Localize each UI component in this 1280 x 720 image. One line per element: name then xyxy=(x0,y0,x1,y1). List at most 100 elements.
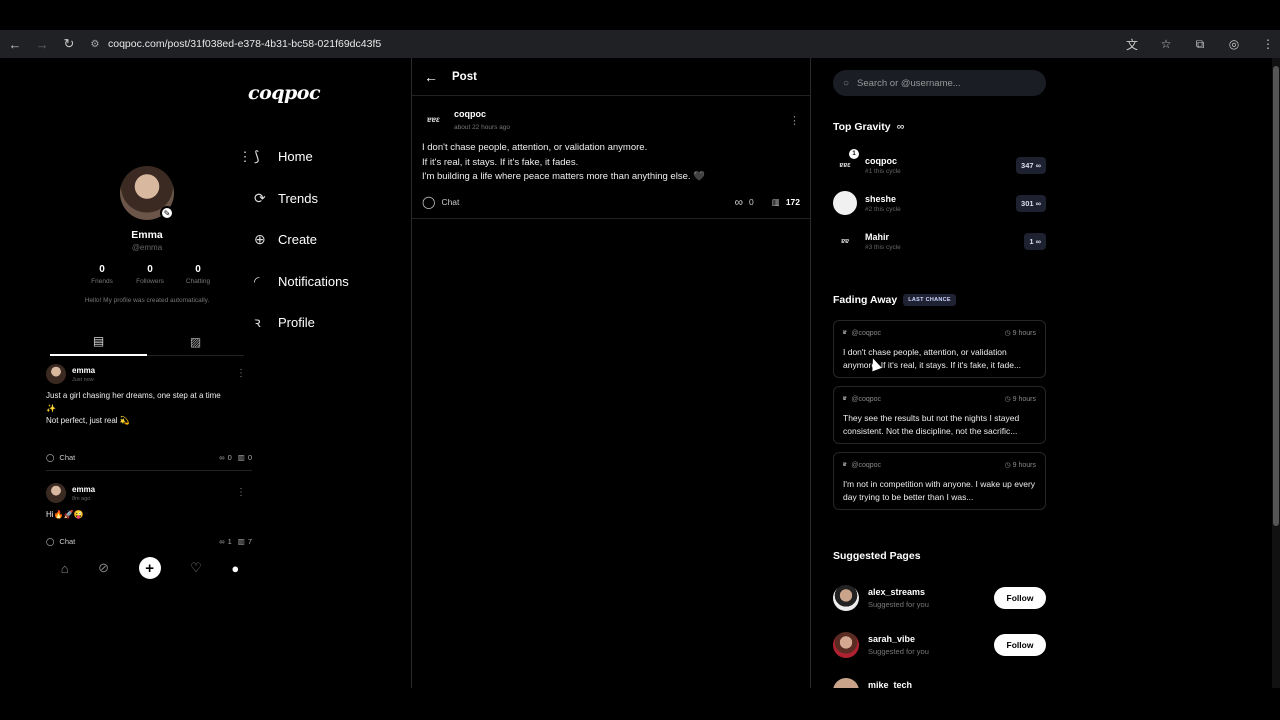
avatar[interactable] xyxy=(833,632,859,658)
chat-button[interactable]: Chat xyxy=(59,453,75,462)
section-title: Fading Away xyxy=(833,294,898,306)
suggested-page[interactable]: alex_streams Suggested for you Follow xyxy=(833,584,1046,612)
compass-icon[interactable]: ⊘ xyxy=(98,560,109,576)
search-box[interactable]: ○ xyxy=(833,70,1046,96)
nav-item-create[interactable]: ⊕ Create xyxy=(236,219,406,261)
card-username: @coqpoc xyxy=(851,461,882,469)
chat-button[interactable]: Chat xyxy=(59,537,75,546)
post-username[interactable]: emma xyxy=(72,485,95,494)
browser-toolbar: ← → ↻ ⚙ coqpoc.com/post/31f038ed-e378-4b… xyxy=(0,30,1280,58)
user-icon[interactable]: ● xyxy=(231,561,239,576)
post-username[interactable]: emma xyxy=(72,366,95,375)
chat-button[interactable]: Chat xyxy=(441,197,459,207)
scrollbar-thumb[interactable] xyxy=(1273,66,1279,526)
account-icon[interactable]: ◎ xyxy=(1222,32,1246,56)
fading-post-card[interactable]: ɐ @coqpoc ◷ 9 hours I don't chase people… xyxy=(833,320,1046,378)
profile-post[interactable]: emma 8m ago ⋮ Hi🔥🚀😜 xyxy=(46,483,252,522)
suggested-page[interactable]: mike_tech xyxy=(833,678,1046,688)
home-icon[interactable]: ⌂ xyxy=(61,561,69,576)
stat-friends[interactable]: 0 Friends xyxy=(80,264,124,285)
divider xyxy=(46,470,252,471)
infinity-counter[interactable]: ∞ 0 xyxy=(219,453,232,462)
forward-arrow-icon[interactable]: → xyxy=(30,32,54,56)
nav-label: Trends xyxy=(278,190,318,206)
avatar[interactable] xyxy=(833,191,857,215)
translate-icon[interactable]: 文 xyxy=(1120,32,1144,56)
heart-icon[interactable]: ♡ xyxy=(190,560,202,576)
gravity-score: 347 ∞ xyxy=(1016,157,1046,174)
nav-item-profile[interactable]: ꝛ Profile xyxy=(236,302,406,344)
profile-bio: Hello! My profile was created automatica… xyxy=(84,297,210,304)
fading-post-card[interactable]: ɐ @coqpoc ◷ 9 hours I'm not in competiti… xyxy=(833,452,1046,510)
views-count: 7 xyxy=(247,537,252,546)
nav-item-home[interactable]: ⋮ ⟆ Home xyxy=(236,136,406,178)
stat-value: 0 xyxy=(147,264,153,275)
profile-name: Emma xyxy=(131,229,163,241)
stat-chatting[interactable]: 0 Chatting xyxy=(176,264,220,285)
extensions-icon[interactable]: ⧉ xyxy=(1188,32,1212,56)
views-count: 0 xyxy=(247,453,252,462)
post-author[interactable]: coqpoc xyxy=(454,109,486,119)
suggested-pages-title: Suggested Pages xyxy=(833,550,921,562)
suggested-name[interactable]: alex_streams xyxy=(868,587,929,597)
bookmark-star-icon[interactable]: ☆ xyxy=(1154,32,1178,56)
avatar[interactable]: ɐɐ xyxy=(833,229,857,253)
nav-label: Home xyxy=(278,149,313,165)
post-author-logo[interactable]: ɐɐɛ xyxy=(427,115,443,124)
avatar[interactable] xyxy=(833,585,859,611)
avatar[interactable] xyxy=(833,678,859,688)
gravity-item[interactable]: ɐɐ Mahir #3 this cycle 1 ∞ xyxy=(833,226,1046,256)
back-arrow-icon[interactable]: ← xyxy=(424,69,438,85)
brand-logo[interactable]: coqpoc xyxy=(248,82,321,104)
card-username: @coqpoc xyxy=(851,395,882,403)
infinity-counter[interactable]: ∞ 0 xyxy=(734,195,753,209)
fading-post-card[interactable]: ɐ @coqpoc ◷ 9 hours They see the results… xyxy=(833,386,1046,444)
browser-menu-icon[interactable]: ⋮ xyxy=(1256,32,1280,56)
chat-icon[interactable]: ◯ xyxy=(422,195,435,209)
page-scrollbar[interactable] xyxy=(1272,58,1280,688)
edit-avatar-icon[interactable]: ✎ xyxy=(160,206,174,220)
suggested-page[interactable]: sarah_vibe Suggested for you Follow xyxy=(833,631,1046,659)
back-arrow-icon[interactable]: ← xyxy=(3,32,27,56)
infinity-count: 1 xyxy=(227,537,232,546)
chat-icon[interactable]: ◯ xyxy=(46,453,54,462)
infinity-icon: ∞ xyxy=(219,453,225,462)
follow-button[interactable]: Follow xyxy=(994,634,1046,656)
card-text: They see the results but not the nights … xyxy=(843,413,1020,436)
card-time: 9 hours xyxy=(1012,395,1036,403)
nav-item-trends[interactable]: ⟳ Trends xyxy=(236,178,406,220)
clock-icon: ◷ xyxy=(1004,462,1013,469)
avatar[interactable]: ɐɐɛ 1 xyxy=(833,149,859,177)
suggested-sub: Suggested for you xyxy=(868,647,929,656)
more-dots-icon[interactable]: ⋮ xyxy=(236,149,254,165)
create-plus-icon[interactable]: + xyxy=(138,557,161,579)
gravity-item[interactable]: ɐɐɛ 1 coqpoc #1 this cycle 347 ∞ xyxy=(833,149,1046,180)
address-bar[interactable]: ⚙ coqpoc.com/post/31f038ed-e378-4b31-bc5… xyxy=(82,33,1192,55)
follow-button[interactable]: Follow xyxy=(994,587,1046,609)
site-info-icon[interactable]: ⚙ xyxy=(88,37,102,51)
tab-media-icon[interactable]: ▨ xyxy=(147,328,244,356)
post-header: ← Post xyxy=(412,58,810,96)
tab-posts-icon[interactable]: ▤ xyxy=(50,328,147,356)
stat-followers[interactable]: 0 Followers xyxy=(128,264,172,285)
suggested-name[interactable]: mike_tech xyxy=(868,680,912,688)
post-text-line: Not perfect, just real 💫 xyxy=(46,416,130,425)
profile-post[interactable]: emma Just now ⋮ Just a girl chasing her … xyxy=(46,364,252,428)
fading-away-title: Fading Away LAST CHANCE xyxy=(833,294,956,306)
infinity-counter[interactable]: ∞ 1 xyxy=(219,537,232,546)
search-icon: ○ xyxy=(843,77,850,89)
avatar[interactable] xyxy=(46,483,66,503)
post-time: 8m ago xyxy=(72,495,91,502)
window-top-strip xyxy=(0,0,1280,30)
gravity-item[interactable]: sheshe #2 this cycle 301 ∞ xyxy=(833,188,1046,218)
suggested-name[interactable]: sarah_vibe xyxy=(868,634,929,644)
more-options-icon[interactable]: ⋮ xyxy=(236,487,246,498)
nav-item-notifications[interactable]: ◜ Notifications xyxy=(236,261,406,303)
profile-tabs: ▤ ▨ xyxy=(50,328,244,356)
avatar[interactable] xyxy=(46,364,66,384)
reload-icon[interactable]: ↻ xyxy=(57,32,81,56)
more-options-icon[interactable]: ⋮ xyxy=(236,368,246,379)
search-input[interactable] xyxy=(857,77,1028,89)
chat-icon[interactable]: ◯ xyxy=(46,537,54,546)
nav-label: Create xyxy=(278,232,318,248)
